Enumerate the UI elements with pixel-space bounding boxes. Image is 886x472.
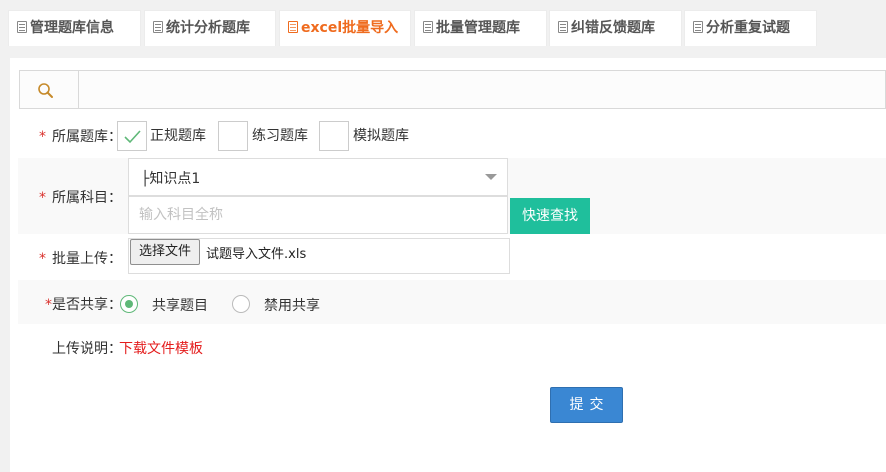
radio-share-disabled[interactable]: [232, 295, 250, 313]
choose-file-button[interactable]: 选择文件: [130, 239, 200, 265]
content-panel: *所属题库： 正规题库 练习题库 模拟题库 *所属科目： ├知识点1 快速查找 …: [10, 58, 886, 472]
chevron-down-icon: [485, 174, 497, 180]
row-subject: * 所属科目： ├知识点1 快速查找: [18, 158, 886, 234]
subject-label: * 所属科目：: [18, 187, 122, 207]
radio-share-enabled[interactable]: [120, 295, 138, 313]
subject-search-input[interactable]: [128, 196, 508, 234]
selected-file-name: 试题导入文件.xls: [206, 247, 307, 262]
tab-label: 统计分析题库: [166, 20, 250, 36]
row-note: 上传说明： 下载文件模板: [18, 330, 886, 366]
download-template-link[interactable]: 下载文件模板: [119, 338, 203, 358]
tab-bar: 管理题库信息 统计分析题库 excel批量导入 批量管理题库 纠错反馈题库 分析…: [0, 0, 886, 48]
checkbox-practice-bank[interactable]: [218, 121, 248, 151]
tab-batch-manage[interactable]: 批量管理题库: [414, 10, 547, 46]
tab-label: 管理题库信息: [30, 20, 114, 36]
tab-duplicate-analysis[interactable]: 分析重复试题: [684, 10, 817, 46]
row-bank: * 所属题库： 正规题库 练习题库 模拟题库: [18, 118, 886, 154]
tab-error-feedback[interactable]: 纠错反馈题库: [549, 10, 682, 46]
upload-label: * 批量上传：: [18, 248, 122, 268]
field-label: 批量上传：: [52, 251, 122, 267]
tab-excel-import[interactable]: excel批量导入: [279, 10, 411, 46]
radio-label: 共享题目: [152, 298, 208, 314]
checkbox-mock-bank[interactable]: [319, 121, 349, 151]
row-share: *是否共享： 共享题目 禁用共享: [18, 280, 886, 324]
row-upload: * 批量上传： 选择文件 试题导入文件.xls: [18, 238, 886, 274]
quick-find-button[interactable]: 快速查找: [510, 198, 590, 234]
submit-button[interactable]: 提交: [550, 387, 623, 423]
subject-select[interactable]: ├知识点1: [128, 158, 508, 196]
tab-statistics[interactable]: 统计分析题库: [144, 10, 276, 46]
required-mark: *: [39, 190, 46, 206]
document-icon: [288, 21, 298, 33]
bank-label: * 所属题库：: [18, 126, 122, 146]
search-button[interactable]: [20, 71, 79, 108]
document-icon: [17, 21, 27, 33]
required-mark: *: [39, 129, 46, 145]
subject-selected-value: ├知识点1: [141, 171, 201, 187]
checkbox-label: 练习题库: [252, 128, 308, 144]
checkbox-regular-bank[interactable]: [117, 121, 147, 151]
required-mark: *: [45, 297, 52, 313]
field-label: 所属科目：: [52, 190, 122, 206]
required-mark: *: [39, 251, 46, 267]
note-label: 上传说明：: [52, 341, 122, 357]
tab-label: 分析重复试题: [706, 20, 790, 36]
toolbar: [19, 70, 886, 109]
tab-manage-bank[interactable]: 管理题库信息: [8, 10, 141, 46]
tab-label: 纠错反馈题库: [571, 20, 655, 36]
field-label: 是否共享：: [52, 297, 122, 313]
search-icon: [38, 83, 53, 98]
tab-label: 批量管理题库: [436, 20, 520, 36]
share-label: *是否共享：: [18, 294, 122, 314]
tab-label: excel批量导入: [301, 20, 399, 36]
file-upload-field: 选择文件 试题导入文件.xls: [128, 238, 510, 274]
checkbox-label: 模拟题库: [353, 128, 409, 144]
check-icon: [124, 130, 141, 144]
checkbox-label: 正规题库: [150, 128, 206, 144]
field-label: 所属题库：: [52, 129, 122, 145]
document-icon: [153, 21, 163, 33]
document-icon: [693, 21, 703, 33]
document-icon: [558, 21, 568, 33]
radio-label: 禁用共享: [264, 298, 320, 314]
document-icon: [423, 21, 433, 33]
